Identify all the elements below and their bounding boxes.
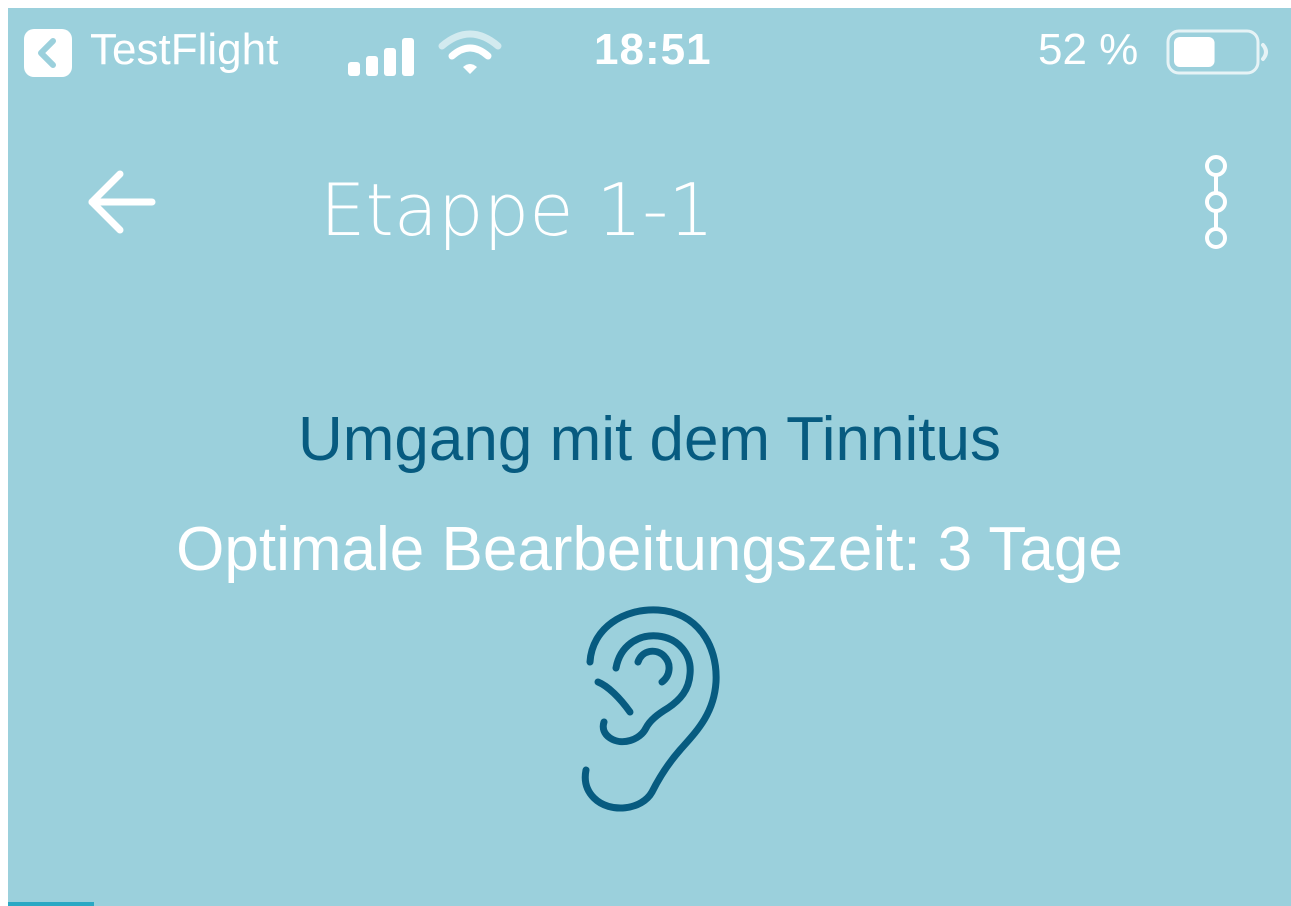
battery-percentage: 52 % xyxy=(1038,25,1139,74)
status-bar: TestFlight 18:51 52 % xyxy=(8,8,1291,92)
processing-time: Optimale Bearbeitungszeit: 3 Tage xyxy=(176,515,1123,584)
back-app-label[interactable]: TestFlight xyxy=(90,22,278,78)
page-title: Etappe 1-1 xyxy=(320,168,715,252)
wifi-icon xyxy=(438,30,502,74)
back-to-app-button[interactable] xyxy=(24,29,72,77)
chevron-left-icon xyxy=(38,38,56,68)
status-time: 18:51 xyxy=(594,25,712,74)
arrow-left-icon xyxy=(88,170,156,234)
progress-indicator xyxy=(8,902,94,906)
app-screen: TestFlight 18:51 52 % Etappe 1-1 Umgang … xyxy=(8,8,1291,906)
back-button[interactable] xyxy=(80,166,160,238)
stage-path-icon xyxy=(1205,155,1227,249)
ear-icon xyxy=(581,606,720,812)
module-title: Umgang mit dem Tinnitus xyxy=(298,405,1001,474)
battery-icon xyxy=(1166,29,1268,75)
stage-overview-button[interactable] xyxy=(1194,154,1238,250)
cellular-signal-icon xyxy=(348,38,414,76)
